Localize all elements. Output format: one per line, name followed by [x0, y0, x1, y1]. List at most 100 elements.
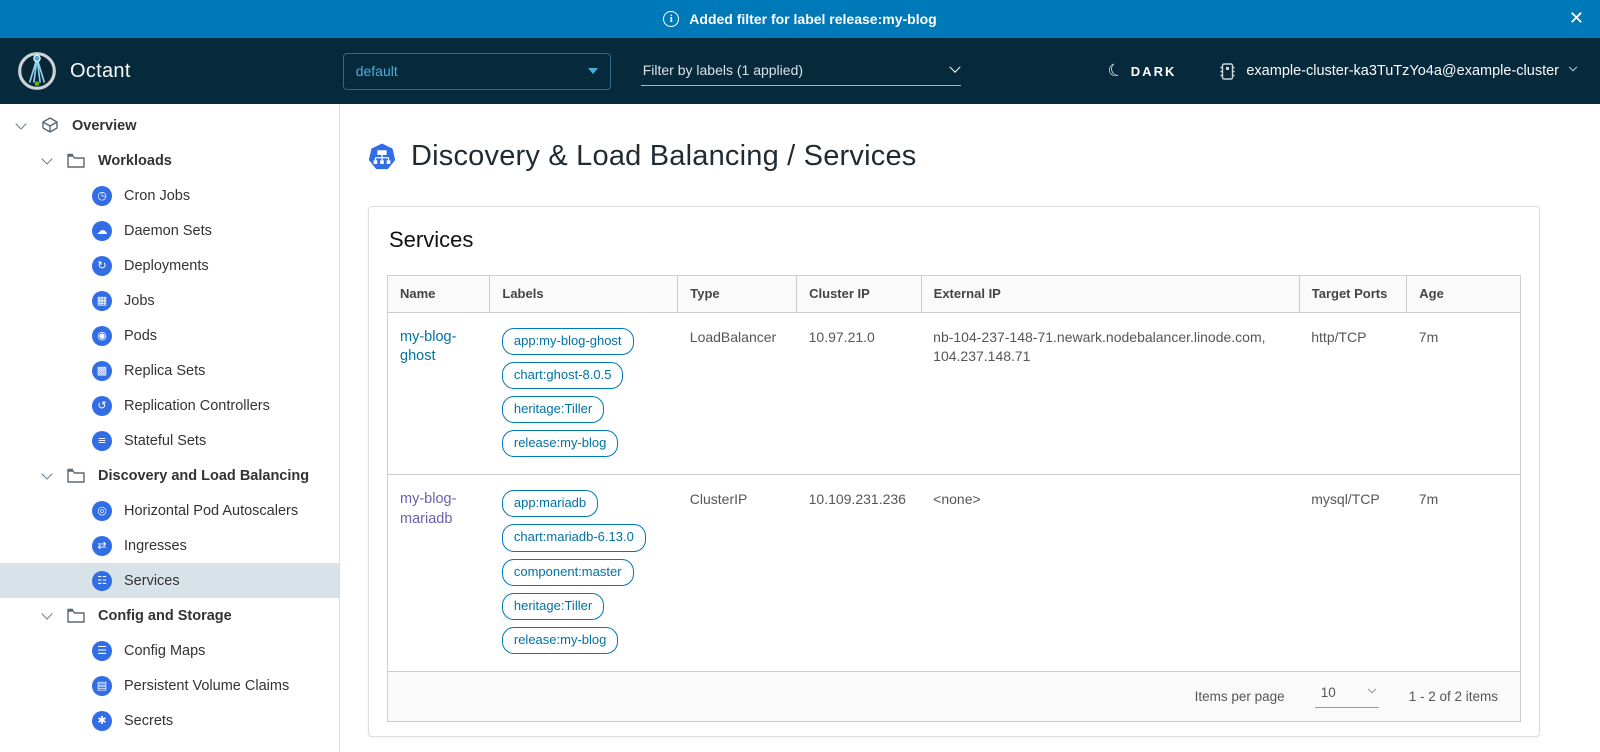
configmap-icon: ☰: [92, 641, 112, 661]
cluster-switcher[interactable]: example-cluster-ka3TuTzYo4a@example-clus…: [1218, 62, 1576, 81]
label-badge[interactable]: chart:ghost-8.0.5: [502, 362, 624, 389]
banner-message: Added filter for label release:my-blog: [689, 11, 936, 27]
app-header: Octant default Filter by labels (1 appli…: [0, 38, 1600, 104]
namespace-select[interactable]: default: [343, 53, 611, 90]
label-badge[interactable]: heritage:Tiller: [502, 396, 604, 423]
replicaset-icon: ▩: [92, 361, 112, 381]
sidebar-item-config-maps[interactable]: ☰ Config Maps: [0, 633, 339, 668]
sidebar-group-workloads[interactable]: Workloads: [0, 143, 339, 178]
label-filter-text: Filter by labels (1 applied): [643, 62, 803, 78]
pagination-range: 1 - 2 of 2 items: [1409, 689, 1498, 704]
cell-external-ip: <none>: [921, 475, 1299, 671]
sidebar-item-jobs[interactable]: ▦ Jobs: [0, 283, 339, 318]
sidebar-item-overview[interactable]: Overview: [0, 108, 339, 143]
page-title-text: Discovery & Load Balancing / Services: [411, 140, 916, 173]
job-icon: ▦: [92, 291, 112, 311]
app-title: Octant: [70, 60, 131, 83]
sidebar-item-horizontal-pod-autoscalers[interactable]: ◎ Horizontal Pod Autoscalers: [0, 493, 339, 528]
table-row: my-blog-ghost app:my-blog-ghost chart:gh…: [388, 312, 1520, 475]
cluster-icon: [1218, 62, 1237, 81]
sidebar-item-secrets[interactable]: ✱ Secrets: [0, 703, 339, 738]
table-footer: Items per page 10 1 - 2 of 2 items: [388, 671, 1520, 721]
services-table: Name Labels Type Cluster IP External IP …: [387, 275, 1521, 722]
label-badge[interactable]: release:my-blog: [502, 430, 619, 457]
pvc-icon: ▤: [92, 676, 112, 696]
sidebar-item-cron-jobs[interactable]: ◷ Cron Jobs: [0, 178, 339, 213]
sidebar-item-stateful-sets[interactable]: ≡ Stateful Sets: [0, 423, 339, 458]
chevron-down-icon[interactable]: [40, 159, 54, 163]
column-header-name[interactable]: Name: [388, 276, 490, 312]
chevron-down-icon[interactable]: [14, 124, 28, 128]
octant-logo-icon: [16, 50, 58, 92]
info-icon: i: [663, 11, 679, 27]
sidebar-item-label: Replication Controllers: [124, 398, 270, 414]
column-header-external-ip[interactable]: External IP: [921, 276, 1299, 312]
caret-down-icon: [588, 68, 598, 74]
ingress-icon: ⇄: [92, 536, 112, 556]
cell-target-ports: http/TCP: [1299, 312, 1407, 475]
sidebar-item-label: Persistent Volume Claims: [124, 678, 289, 694]
statefulset-icon: ≡: [92, 431, 112, 451]
sidebar-group-label: Workloads: [98, 153, 172, 169]
chevron-down-icon: [1569, 62, 1577, 70]
column-header-cluster-ip[interactable]: Cluster IP: [797, 276, 922, 312]
service-link[interactable]: my-blog-ghost: [400, 328, 478, 367]
label-badge[interactable]: component:master: [502, 559, 634, 586]
chevron-down-icon[interactable]: [40, 614, 54, 618]
cell-cluster-ip: 10.97.21.0: [797, 312, 922, 475]
sidebar-group-discovery-load-balancing[interactable]: Discovery and Load Balancing: [0, 458, 339, 493]
table-header-row: Name Labels Type Cluster IP External IP …: [388, 276, 1520, 312]
label-badge[interactable]: chart:mariadb-6.13.0: [502, 524, 646, 551]
sidebar-item-deployments[interactable]: ↻ Deployments: [0, 248, 339, 283]
column-header-type[interactable]: Type: [678, 276, 797, 312]
service-link[interactable]: my-blog-mariadb: [400, 490, 478, 529]
sidebar-item-label: Secrets: [124, 713, 173, 729]
sidebar-nav: Overview Workloads ◷ Cron Jobs ☁ Daemon …: [0, 104, 340, 752]
sidebar-item-services[interactable]: ☷ Services: [0, 563, 339, 598]
sidebar-item-pods[interactable]: ◉ Pods: [0, 318, 339, 353]
cluster-name: example-cluster-ka3TuTzYo4a@example-clus…: [1246, 63, 1559, 79]
label-badge[interactable]: release:my-blog: [502, 627, 619, 654]
cell-age: 7m: [1407, 312, 1520, 475]
replication-controller-icon: ↺: [92, 396, 112, 416]
label-badge[interactable]: heritage:Tiller: [502, 593, 604, 620]
page-size-select[interactable]: 10: [1315, 685, 1379, 708]
page-title: Discovery & Load Balancing / Services: [368, 140, 1540, 173]
theme-toggle-button[interactable]: ☾ DARK: [1108, 61, 1177, 81]
cell-external-ip: nb-104-237-148-71.newark.nodebalancer.li…: [921, 312, 1299, 475]
cell-target-ports: mysql/TCP: [1299, 475, 1407, 671]
deployment-icon: ↻: [92, 256, 112, 276]
sidebar-item-persistent-volume-claims[interactable]: ▤ Persistent Volume Claims: [0, 668, 339, 703]
sidebar-item-ingresses[interactable]: ⇄ Ingresses: [0, 528, 339, 563]
cell-cluster-ip: 10.109.231.236: [797, 475, 922, 671]
cell-type: ClusterIP: [678, 475, 797, 671]
close-icon[interactable]: ✕: [1569, 10, 1584, 28]
column-header-age[interactable]: Age: [1407, 276, 1520, 312]
chevron-down-icon[interactable]: [40, 474, 54, 478]
sidebar-item-label: Overview: [72, 118, 137, 134]
hpa-icon: ◎: [92, 501, 112, 521]
namespace-value: default: [356, 63, 398, 79]
sidebar-item-label: Deployments: [124, 258, 209, 274]
pod-icon: ◉: [92, 326, 112, 346]
label-badge[interactable]: app:my-blog-ghost: [502, 328, 634, 355]
card-title: Services: [389, 227, 1521, 253]
sidebar-item-replica-sets[interactable]: ▩ Replica Sets: [0, 353, 339, 388]
sidebar-group-config-and-storage[interactable]: Config and Storage: [0, 598, 339, 633]
column-header-labels[interactable]: Labels: [490, 276, 678, 312]
chevron-down-icon: [1367, 685, 1375, 693]
items-per-page-label: Items per page: [1195, 689, 1285, 704]
label-filter-select[interactable]: Filter by labels (1 applied): [641, 56, 961, 86]
sidebar-item-label: Daemon Sets: [124, 223, 212, 239]
label-badge[interactable]: app:mariadb: [502, 490, 598, 517]
chevron-down-icon: [949, 61, 960, 72]
page-size-value: 10: [1321, 685, 1336, 700]
secret-icon: ✱: [92, 711, 112, 731]
column-header-target-ports[interactable]: Target Ports: [1299, 276, 1407, 312]
table-row: my-blog-mariadb app:mariadb chart:mariad…: [388, 475, 1520, 671]
sidebar-group-label: Config and Storage: [98, 608, 232, 624]
service-icon: ☷: [92, 571, 112, 591]
sidebar-item-replication-controllers[interactable]: ↺ Replication Controllers: [0, 388, 339, 423]
sidebar-item-daemon-sets[interactable]: ☁ Daemon Sets: [0, 213, 339, 248]
sidebar-item-label: Config Maps: [124, 643, 205, 659]
